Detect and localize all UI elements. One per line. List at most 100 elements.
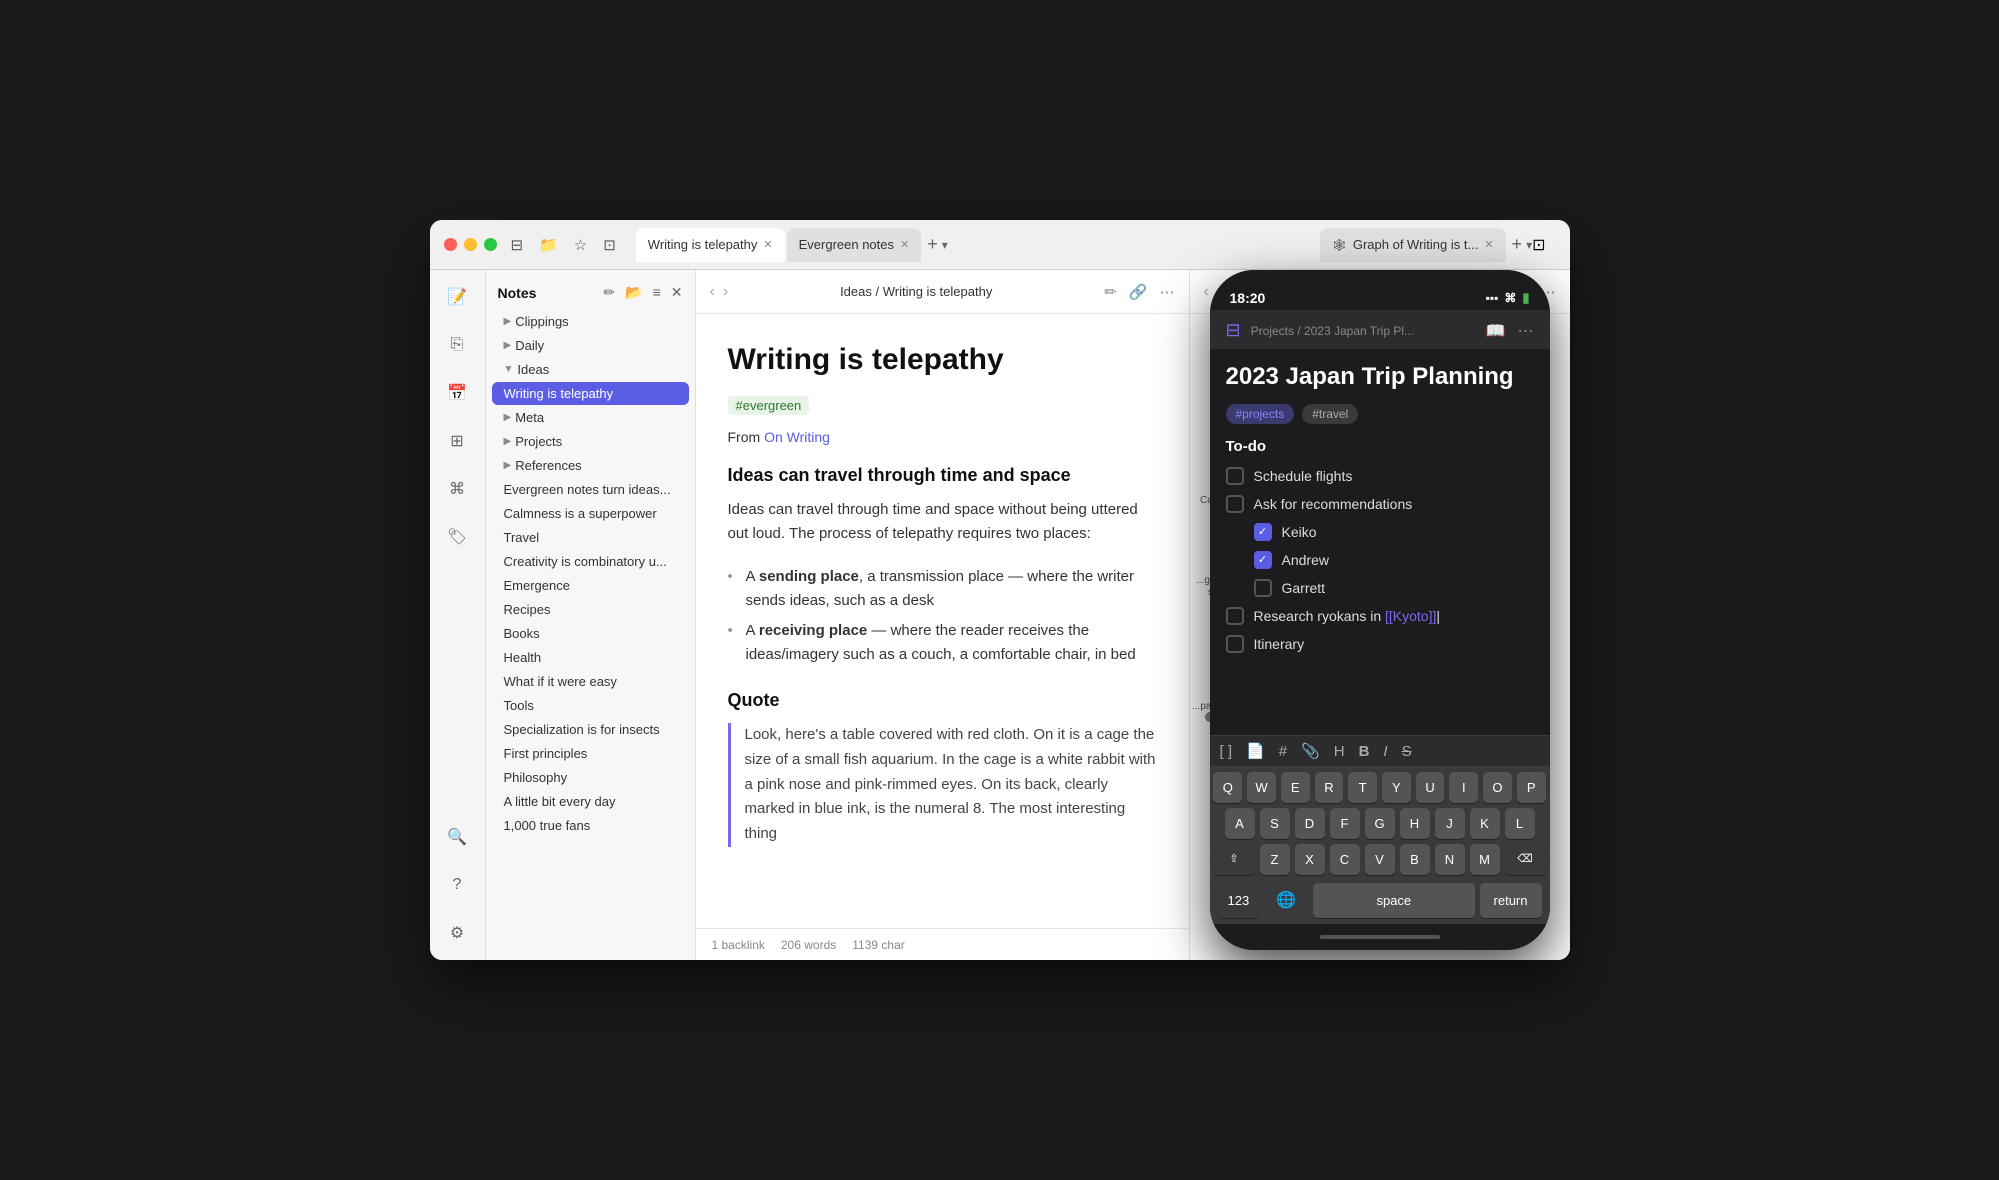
format-strikethrough-icon[interactable]: S — [1402, 743, 1412, 760]
more-icon[interactable]: ⋯ — [1160, 283, 1175, 301]
todo-garrett[interactable]: Garrett — [1254, 579, 1534, 597]
sidebar-item-2[interactable]: Travel — [492, 526, 689, 549]
kb-a[interactable]: A — [1225, 808, 1255, 839]
tag-icon[interactable]: 🏷 — [442, 522, 472, 552]
kb-n[interactable]: N — [1435, 844, 1465, 875]
todo-schedule-flights[interactable]: Schedule flights — [1226, 467, 1534, 485]
kb-return[interactable]: return — [1480, 883, 1542, 918]
star-icon[interactable]: ☆ — [574, 236, 587, 254]
sidebar-item-ideas[interactable]: ▼ Ideas — [492, 358, 689, 381]
help-icon[interactable]: ? — [442, 870, 472, 900]
sidebar-item-6[interactable]: Books — [492, 622, 689, 645]
kb-p[interactable]: P — [1517, 772, 1546, 803]
todo-checkbox-5[interactable] — [1226, 607, 1244, 625]
kb-w[interactable]: W — [1247, 772, 1276, 803]
kb-t[interactable]: T — [1348, 772, 1377, 803]
kb-globe[interactable]: 🌐 — [1264, 880, 1308, 920]
kb-num[interactable]: 123 — [1218, 883, 1260, 918]
kb-delete[interactable]: ⌫ — [1505, 844, 1546, 875]
settings-icon[interactable]: ⚙ — [442, 918, 472, 948]
tab-evergreen-close[interactable]: ✕ — [900, 238, 909, 251]
sidebar-item-4[interactable]: Emergence — [492, 574, 689, 597]
link-icon[interactable]: 🔗 — [1129, 283, 1148, 301]
sidebar-item-meta[interactable]: ▶ Meta — [492, 406, 689, 429]
kb-l[interactable]: L — [1505, 808, 1535, 839]
sidebar-item-0[interactable]: Evergreen notes turn ideas... — [492, 478, 689, 501]
sidebar-item-projects[interactable]: ▶ Projects — [492, 430, 689, 453]
graph-back-icon[interactable]: ‹ — [1204, 283, 1209, 301]
kb-c[interactable]: C — [1330, 844, 1360, 875]
window-expand-icon[interactable]: ⊡ — [1532, 235, 1545, 255]
sidebar-item-references[interactable]: ▶ References — [492, 454, 689, 477]
kb-e[interactable]: E — [1281, 772, 1310, 803]
sidebar-item-writing-is-telepathy[interactable]: Writing is telepathy — [492, 382, 689, 405]
phone-book-icon[interactable]: 📖 — [1486, 321, 1506, 341]
todo-andrew[interactable]: ✓ Andrew — [1254, 551, 1534, 569]
todo-checkbox-0[interactable] — [1226, 467, 1244, 485]
sidebar-item-5[interactable]: Recipes — [492, 598, 689, 621]
stack-icon[interactable]: ⊞ — [442, 426, 472, 456]
kb-q[interactable]: Q — [1213, 772, 1242, 803]
sidebar-close-icon[interactable]: ✕ — [671, 284, 683, 301]
kb-y[interactable]: Y — [1382, 772, 1411, 803]
todo-checkbox-1[interactable] — [1226, 495, 1244, 513]
maximize-button[interactable] — [484, 238, 497, 251]
kb-k[interactable]: K — [1470, 808, 1500, 839]
todo-checkbox-6[interactable] — [1226, 635, 1244, 653]
format-tag-icon[interactable]: # — [1279, 743, 1287, 760]
phone-more-icon[interactable]: ⋯ — [1518, 321, 1534, 341]
format-file-icon[interactable]: 📄 — [1246, 742, 1265, 760]
sidebar-item-12[interactable]: Philosophy — [492, 766, 689, 789]
kb-z[interactable]: Z — [1260, 844, 1290, 875]
from-link[interactable]: On Writing — [764, 429, 830, 445]
calendar-icon[interactable]: 📅 — [442, 378, 472, 408]
kb-i[interactable]: I — [1449, 772, 1478, 803]
kb-x[interactable]: X — [1295, 844, 1325, 875]
notes-icon[interactable]: 📝 — [442, 282, 472, 312]
forward-icon[interactable]: › — [723, 283, 728, 301]
phone-tag-projects[interactable]: #projects — [1226, 404, 1295, 424]
phone-body[interactable]: 2023 Japan Trip Planning #projects #trav… — [1210, 349, 1550, 735]
sort-icon[interactable]: ≡ — [653, 284, 661, 301]
graph-icon[interactable]: ⎘ — [442, 330, 472, 360]
sidebar-item-11[interactable]: First principles — [492, 742, 689, 765]
kb-o[interactable]: O — [1483, 772, 1512, 803]
tab-add-button[interactable]: + — [927, 234, 938, 255]
sidebar-item-9[interactable]: Tools — [492, 694, 689, 717]
note-tag[interactable]: #evergreen — [728, 396, 810, 415]
kb-u[interactable]: U — [1416, 772, 1445, 803]
todo-ryokans[interactable]: Research ryokans in [[Kyoto]]| — [1226, 607, 1534, 625]
new-folder-icon[interactable]: 📂 — [625, 284, 642, 301]
sidebar-item-8[interactable]: What if it were easy — [492, 670, 689, 693]
sidebar-item-14[interactable]: 1,000 true fans — [492, 814, 689, 837]
kb-j[interactable]: J — [1435, 808, 1465, 839]
kb-v[interactable]: V — [1365, 844, 1395, 875]
phone-tag-travel[interactable]: #travel — [1302, 404, 1358, 424]
format-heading-icon[interactable]: H — [1334, 743, 1345, 760]
new-note-icon[interactable]: ✏ — [603, 284, 615, 301]
sidebar-item-daily[interactable]: ▶ Daily — [492, 334, 689, 357]
kb-h[interactable]: H — [1400, 808, 1430, 839]
edit-icon[interactable]: ✏ — [1104, 283, 1117, 301]
kb-m[interactable]: M — [1470, 844, 1500, 875]
kb-space[interactable]: space — [1313, 883, 1474, 918]
todo-ask-recommendations[interactable]: Ask for recommendations — [1226, 495, 1534, 513]
sidebar-item-7[interactable]: Health — [492, 646, 689, 669]
sidebar-item-10[interactable]: Specialization is for insects — [492, 718, 689, 741]
tab-chevron-icon[interactable]: ▾ — [942, 238, 948, 252]
todo-checkbox-4[interactable] — [1254, 579, 1272, 597]
kb-shift[interactable]: ⇧ — [1214, 844, 1255, 875]
minimize-button[interactable] — [464, 238, 477, 251]
sidebar-item-clippings[interactable]: ▶ Clippings — [492, 310, 689, 333]
sidebar-item-3[interactable]: Creativity is combinatory u... — [492, 550, 689, 573]
tab-graph-close[interactable]: ✕ — [1484, 238, 1493, 251]
kb-d[interactable]: D — [1295, 808, 1325, 839]
todo-itinerary[interactable]: Itinerary — [1226, 635, 1534, 653]
kb-r[interactable]: R — [1315, 772, 1344, 803]
tab-evergreen[interactable]: Evergreen notes ✕ — [787, 228, 922, 262]
todo-checkbox-3[interactable]: ✓ — [1254, 551, 1272, 569]
sidebar-item-13[interactable]: A little bit every day — [492, 790, 689, 813]
sidebar-toggle-icon[interactable]: ⊟ — [511, 236, 524, 254]
terminal-icon[interactable]: ⌘ — [442, 474, 472, 504]
editor-body[interactable]: Writing is telepathy #evergreen From On … — [696, 314, 1189, 928]
